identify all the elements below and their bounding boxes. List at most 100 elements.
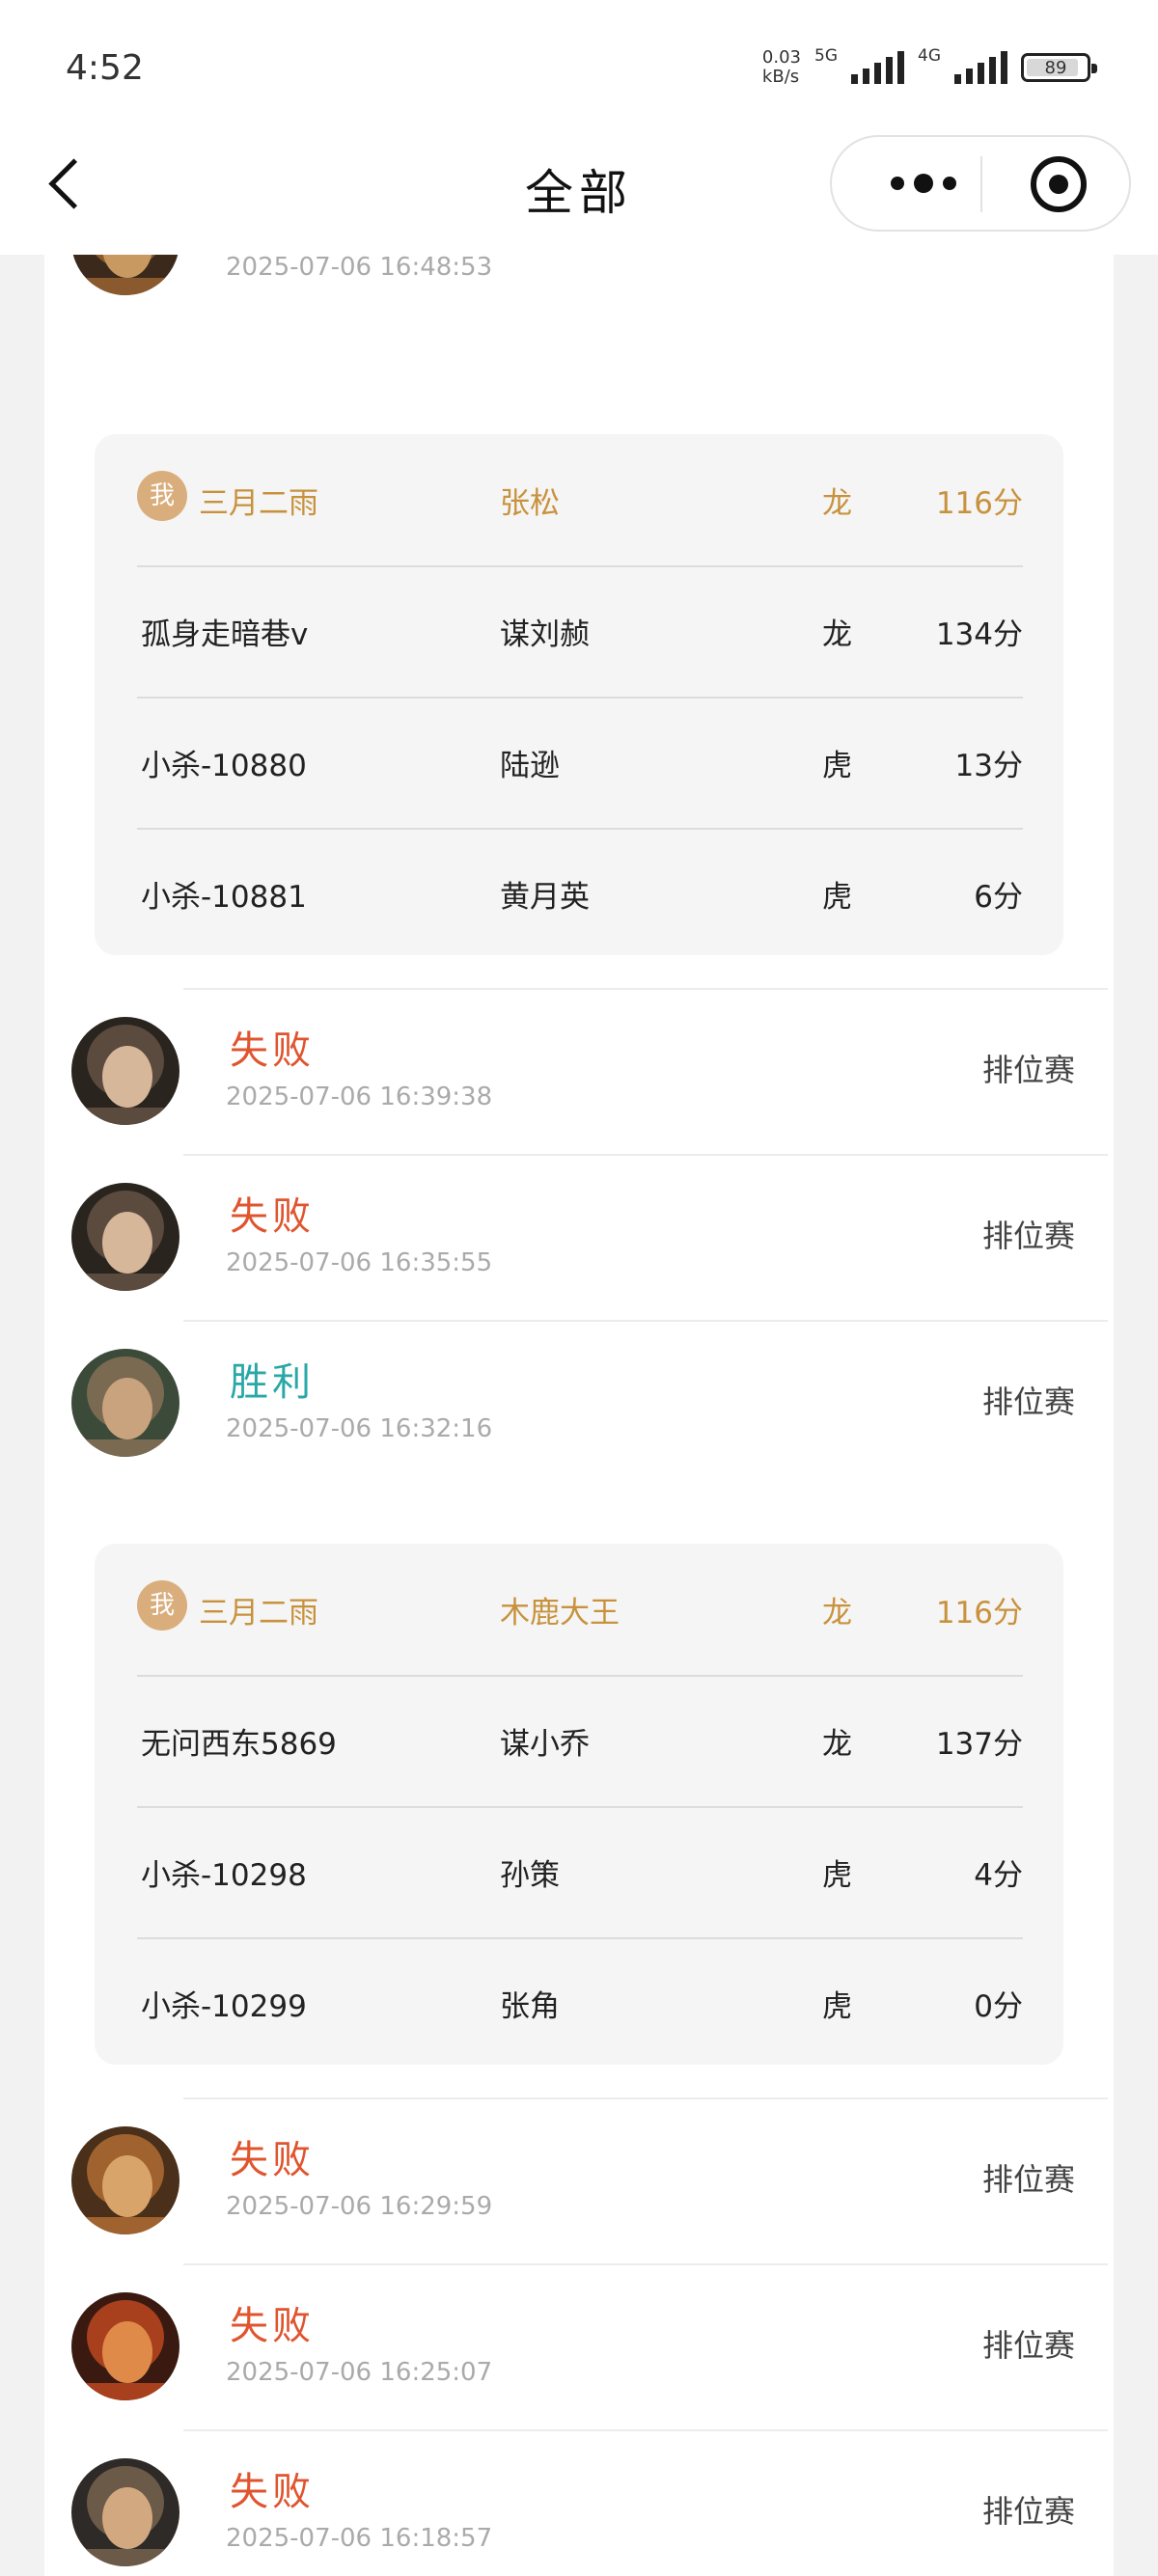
player-score: 134分 bbox=[935, 617, 1023, 652]
avatar bbox=[71, 2458, 179, 2566]
player-row: 无问西东5869 谋小乔 龙 137分 bbox=[137, 1675, 1023, 1806]
match-time: 2025-07-06 16:48:53 bbox=[226, 255, 493, 282]
result-label: 失败 bbox=[230, 1194, 315, 1239]
match-time: 2025-07-06 16:32:16 bbox=[226, 1414, 493, 1443]
player-score: 4分 bbox=[974, 1858, 1023, 1893]
record-row[interactable]: 胜利 2025-07-06 16:32:16 排位赛 bbox=[44, 1320, 1114, 1486]
status-icons: 0.03 kB/s 5G 4G 89 bbox=[761, 46, 1097, 89]
match-mode: 排位赛 bbox=[982, 255, 1075, 260]
player-score: 116分 bbox=[935, 1596, 1023, 1631]
capsule-divider bbox=[980, 156, 982, 212]
row-divider bbox=[183, 988, 1108, 990]
player-row-divider bbox=[137, 697, 1023, 699]
match-time: 2025-07-06 16:18:57 bbox=[226, 2524, 493, 2553]
match-mode: 排位赛 bbox=[981, 1052, 1075, 1088]
match-mode: 排位赛 bbox=[981, 1218, 1075, 1254]
record-row[interactable]: 失败 2025-07-06 16:18:57 排位赛 bbox=[44, 2429, 1114, 2576]
avatar bbox=[71, 255, 179, 295]
player-side: 龙 bbox=[822, 486, 852, 521]
more-button[interactable] bbox=[870, 164, 977, 203]
match-time: 2025-07-06 16:35:55 bbox=[226, 1248, 493, 1277]
player-side: 龙 bbox=[822, 1596, 852, 1631]
player-hero: 谋刘赪 bbox=[500, 617, 590, 652]
result-label: 胜利 bbox=[230, 1360, 315, 1405]
player-side: 龙 bbox=[822, 1727, 852, 1762]
player-row: 孤身走暗巷v 谋刘赪 龙 134分 bbox=[137, 565, 1023, 697]
close-target-icon[interactable] bbox=[1031, 156, 1087, 212]
player-name: 小杀-10299 bbox=[141, 1989, 307, 2024]
nav-bar: 全部 bbox=[0, 135, 1158, 255]
net-speed-value: 0.03 bbox=[761, 47, 801, 68]
player-row: 我三月二雨 张松 龙 116分 bbox=[137, 434, 1023, 565]
row-divider bbox=[183, 2263, 1108, 2265]
net-4g-label: 4G bbox=[918, 46, 941, 66]
player-score: 6分 bbox=[974, 880, 1023, 915]
player-name: 小杀-10881 bbox=[141, 880, 307, 915]
player-hero: 陆逊 bbox=[500, 749, 560, 783]
player-name: 小杀-10298 bbox=[141, 1858, 307, 1893]
row-divider bbox=[183, 1320, 1108, 1322]
match-mode: 排位赛 bbox=[981, 1384, 1075, 1420]
player-row-divider bbox=[137, 1806, 1023, 1808]
record-row[interactable]: 失败 2025-07-06 16:35:55 排位赛 bbox=[44, 1154, 1114, 1320]
row-divider bbox=[183, 2429, 1108, 2431]
record-list: 胜利2025-07-06 16:48:53排位赛我三月二雨张松龙116分孤身走暗… bbox=[44, 255, 1114, 2576]
player-row-divider bbox=[137, 565, 1023, 567]
match-mode: 排位赛 bbox=[981, 2161, 1075, 2198]
player-row-divider bbox=[137, 1675, 1023, 1677]
player-name: 孤身走暗巷v bbox=[141, 617, 309, 652]
result-label: 失败 bbox=[230, 1028, 315, 1073]
player-row: 小杀-10881 黄月英 虎 6分 bbox=[137, 828, 1023, 959]
record-row[interactable]: 失败 2025-07-06 16:39:38 排位赛 bbox=[44, 988, 1114, 1154]
hero-portrait-icon bbox=[71, 1017, 179, 1125]
hero-portrait-icon bbox=[71, 1349, 179, 1457]
hero-portrait-icon bbox=[71, 255, 179, 295]
record-row[interactable]: 失败 2025-07-06 16:29:59 排位赛 bbox=[44, 2097, 1114, 2263]
player-score: 137分 bbox=[935, 1727, 1023, 1762]
player-row-divider bbox=[137, 828, 1023, 830]
player-row: 小杀-10298 孙策 虎 4分 bbox=[137, 1806, 1023, 1937]
result-label: 失败 bbox=[230, 2304, 315, 2348]
player-side: 虎 bbox=[822, 749, 852, 783]
player-score: 0分 bbox=[974, 1989, 1023, 2024]
player-row: 小杀-10880 陆逊 虎 13分 bbox=[137, 697, 1023, 828]
player-side: 龙 bbox=[822, 617, 852, 652]
player-side: 虎 bbox=[822, 880, 852, 915]
net-speed-unit: kB/s bbox=[761, 67, 800, 87]
match-time: 2025-07-06 16:25:07 bbox=[226, 2358, 493, 2387]
result-label: 失败 bbox=[230, 2138, 315, 2182]
player-name: 无问西东5869 bbox=[141, 1727, 337, 1762]
player-name: 小杀-10880 bbox=[141, 749, 307, 783]
match-mode: 排位赛 bbox=[981, 2327, 1075, 2364]
net-5g-label: 5G bbox=[814, 46, 838, 66]
hero-portrait-icon bbox=[71, 2126, 179, 2234]
signal-4g-icon bbox=[954, 51, 1007, 84]
player-side: 虎 bbox=[822, 1989, 852, 2024]
record-row[interactable]: 失败 2025-07-06 16:25:07 排位赛 bbox=[44, 2263, 1114, 2429]
match-mode: 排位赛 bbox=[981, 2493, 1075, 2530]
player-hero: 谋小乔 bbox=[500, 1727, 590, 1762]
player-score: 116分 bbox=[935, 486, 1023, 521]
player-row: 小杀-10299 张角 虎 0分 bbox=[137, 1937, 1023, 2069]
player-hero: 张松 bbox=[500, 486, 560, 521]
player-side: 虎 bbox=[822, 1858, 852, 1893]
avatar bbox=[71, 1017, 179, 1125]
status-bar: 4:52 0.03 kB/s 5G 4G 89 bbox=[0, 0, 1158, 135]
player-hero: 黄月英 bbox=[500, 880, 590, 915]
signal-5g-icon bbox=[851, 51, 904, 84]
hero-portrait-icon bbox=[71, 2458, 179, 2566]
player-row: 我三月二雨 木鹿大王 龙 116分 bbox=[137, 1544, 1023, 1675]
battery-icon: 89 bbox=[1021, 53, 1097, 82]
match-time: 2025-07-06 16:39:38 bbox=[226, 1082, 493, 1111]
player-hero: 孙策 bbox=[500, 1858, 560, 1893]
row-divider bbox=[183, 1154, 1108, 1156]
record-row[interactable]: 胜利2025-07-06 16:48:53排位赛 bbox=[44, 255, 1114, 324]
player-score: 13分 bbox=[954, 749, 1023, 783]
hero-portrait-icon bbox=[71, 1183, 179, 1291]
me-badge: 我 bbox=[137, 471, 187, 521]
match-detail-panel: 我三月二雨 张松龙 116分 孤身走暗巷v 谋刘赪龙 134分 小杀-10880 陆逊虎 13分… bbox=[95, 434, 1063, 955]
avatar bbox=[71, 1183, 179, 1291]
player-hero: 张角 bbox=[500, 1989, 560, 2024]
hero-portrait-icon bbox=[71, 2292, 179, 2400]
avatar bbox=[71, 2126, 179, 2234]
